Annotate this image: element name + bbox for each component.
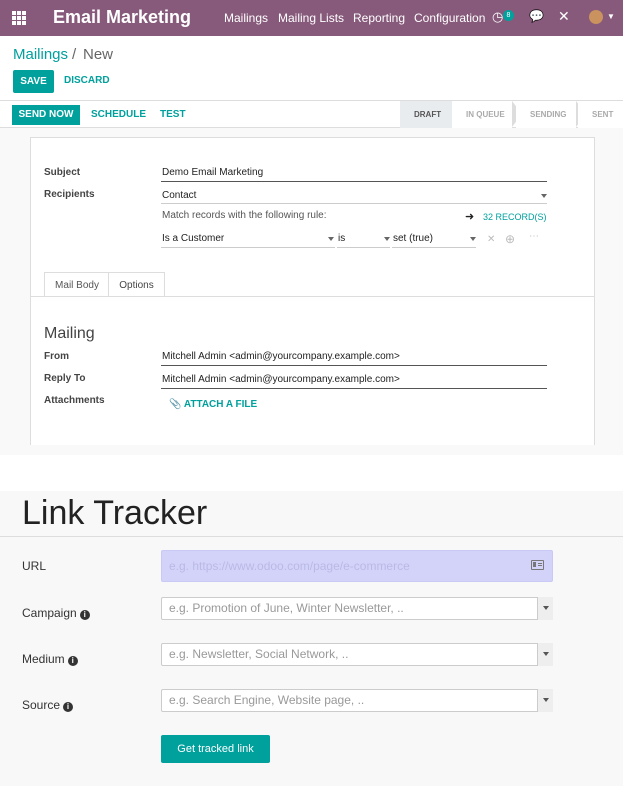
attachments-label: Attachments — [44, 395, 105, 406]
menu-mailings[interactable]: Mailings — [224, 11, 268, 25]
status-bar: SEND NOW SCHEDULE TEST DRAFT IN QUEUE SE… — [0, 100, 623, 128]
tab-options[interactable]: Options — [108, 272, 165, 297]
stage-in-queue[interactable]: IN QUEUE — [452, 101, 512, 128]
get-tracked-link-button[interactable]: Get tracked link — [161, 735, 270, 763]
tab-divider — [30, 296, 595, 297]
medium-label-text: Medium — [22, 652, 65, 666]
close-icon[interactable]: ✕ — [558, 8, 570, 25]
chevron-down-icon[interactable] — [470, 237, 476, 241]
apps-grid-icon[interactable] — [12, 11, 26, 25]
recipients-label: Recipients — [44, 189, 95, 200]
attach-file-label: ATTACH A FILE — [183, 399, 258, 410]
chevron-down-icon[interactable]: ▼ — [607, 12, 615, 21]
medium-select[interactable]: e.g. Newsletter, Social Network, .. — [161, 643, 553, 666]
breadcrumb-current: New — [83, 46, 114, 63]
source-label-text: Source — [22, 698, 61, 712]
campaign-dropdown-button[interactable] — [537, 597, 553, 620]
link-tracker-divider — [0, 536, 623, 537]
attach-file-button[interactable]: 📎 ATTACH A FILE — [169, 399, 257, 410]
tab-mail-body[interactable]: Mail Body — [44, 272, 109, 297]
menu-configuration[interactable]: Configuration — [414, 11, 485, 25]
page-root: Email Marketing Mailings Mailing Lists R… — [0, 0, 623, 786]
rule-field-select[interactable]: Is a Customer — [162, 233, 224, 244]
chevron-down-icon — [543, 698, 549, 702]
mailing-section-title: Mailing — [44, 325, 95, 342]
chevron-down-icon — [543, 606, 549, 610]
subject-label: Subject — [44, 167, 81, 178]
subject-input[interactable]: Demo Email Marketing — [162, 167, 263, 178]
url-label: URL — [22, 559, 47, 573]
info-icon[interactable]: i — [67, 656, 78, 666]
clock-icon[interactable]: ◷ — [492, 9, 503, 25]
activity-badge: 8 — [503, 10, 514, 21]
chevron-down-icon[interactable] — [541, 194, 547, 198]
arrow-right-icon: ➜ — [465, 211, 475, 223]
rule-operator-select[interactable]: is — [338, 233, 345, 244]
reply-to-underline — [161, 388, 547, 389]
chevron-down-icon[interactable] — [328, 237, 334, 241]
source-label: Source i — [22, 698, 74, 712]
menu-mailing-lists[interactable]: Mailing Lists — [278, 11, 344, 25]
records-link[interactable]: 32 RECORD(S) — [483, 212, 547, 222]
rule-field-underline — [161, 247, 335, 248]
rule-value-underline — [392, 247, 476, 248]
info-icon[interactable]: i — [63, 702, 74, 712]
app-title: Email Marketing — [53, 7, 192, 27]
stage-sent[interactable]: SENT — [578, 101, 623, 128]
stage-sending[interactable]: SENDING — [516, 101, 576, 128]
campaign-label-text: Campaign — [22, 606, 77, 620]
from-underline — [161, 365, 547, 366]
campaign-label: Campaign i — [22, 606, 90, 620]
delete-rule-icon[interactable]: ✕ — [487, 234, 495, 245]
rule-operator-underline — [337, 247, 390, 248]
address-card-icon — [531, 560, 544, 570]
url-input[interactable]: e.g. https://www.odoo.com/page/e-commerc… — [161, 550, 553, 582]
discard-button[interactable]: DISCARD — [64, 75, 110, 86]
chevron-down-icon[interactable] — [384, 237, 390, 241]
subject-underline — [161, 181, 547, 182]
save-button[interactable]: SAVE — [13, 70, 54, 93]
breadcrumb-separator: / — [72, 46, 77, 63]
menu-reporting[interactable]: Reporting — [353, 11, 405, 25]
rule-value-select[interactable]: set (true) — [393, 233, 433, 244]
info-icon[interactable]: i — [79, 610, 90, 620]
recipients-underline — [161, 203, 547, 204]
avatar[interactable] — [589, 10, 603, 24]
send-now-button[interactable]: SEND NOW — [12, 105, 80, 125]
reply-to-input[interactable]: Mitchell Admin <admin@yourcompany.exampl… — [162, 374, 400, 385]
test-button[interactable]: TEST — [160, 109, 186, 120]
breadcrumb-parent[interactable]: Mailings — [13, 46, 68, 63]
recipients-select[interactable]: Contact — [162, 190, 196, 201]
reply-to-label: Reply To — [44, 373, 86, 384]
more-icon[interactable]: ⋯ — [529, 231, 539, 242]
link-tracker-title: Link Tracker — [22, 494, 208, 532]
from-input[interactable]: Mitchell Admin <admin@yourcompany.exampl… — [162, 351, 400, 362]
chat-icon[interactable]: 💬 — [529, 9, 544, 23]
campaign-select[interactable]: e.g. Promotion of June, Winter Newslette… — [161, 597, 553, 620]
top-navbar: Email Marketing Mailings Mailing Lists R… — [0, 0, 623, 36]
from-label: From — [44, 351, 69, 362]
control-panel: Mailings / New SAVE DISCARD — [0, 36, 623, 100]
schedule-button[interactable]: SCHEDULE — [91, 109, 146, 120]
paperclip-icon: 📎 — [169, 399, 182, 410]
medium-label: Medium i — [22, 652, 78, 666]
add-rule-icon[interactable]: ⊕ — [505, 232, 515, 246]
rule-text: Match records with the following rule: — [162, 210, 327, 221]
stage-draft[interactable]: DRAFT — [400, 101, 455, 128]
medium-dropdown-button[interactable] — [537, 643, 553, 666]
source-select[interactable]: e.g. Search Engine, Website page, .. — [161, 689, 553, 712]
source-dropdown-button[interactable] — [537, 689, 553, 712]
chevron-down-icon — [543, 652, 549, 656]
